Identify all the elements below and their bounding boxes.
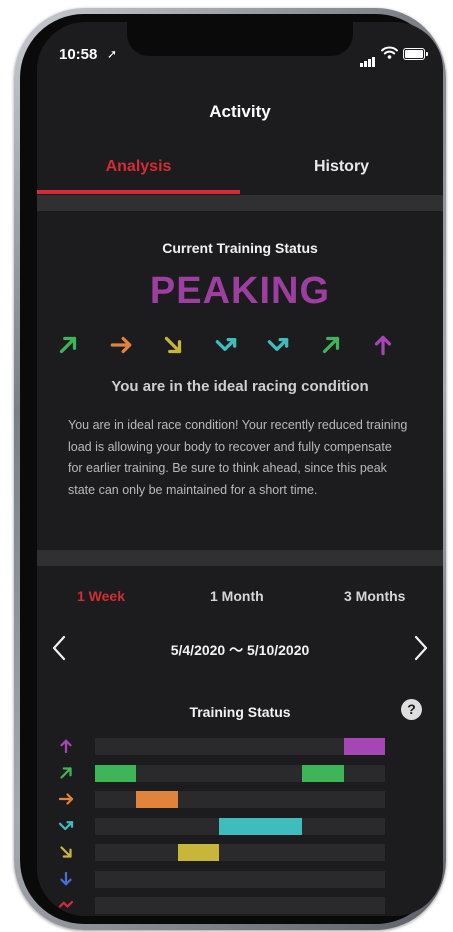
- arrow-up-right-icon: [59, 336, 77, 354]
- range-tab-1-week[interactable]: 1 Week: [77, 588, 125, 604]
- chart-track-unproductive: [95, 844, 385, 861]
- page-title: Activity: [209, 102, 271, 121]
- chart-bar-productive: [302, 764, 344, 782]
- arrow-down-right-icon: [164, 336, 182, 354]
- tab-bar: Analysis History: [37, 144, 443, 194]
- chart-bar-maintaining: [136, 791, 178, 808]
- tab-history[interactable]: History: [240, 144, 443, 194]
- arrow-right-icon: [58, 793, 74, 805]
- date-navigator: 5/4/2020 〜 5/10/2020: [37, 634, 443, 664]
- section-divider: [37, 550, 443, 566]
- current-status-label: Current Training Status: [162, 240, 318, 256]
- arrow-up-right-icon: [322, 336, 339, 354]
- arrow-down-icon: [60, 871, 72, 885]
- arrow-up-right-icon: [60, 766, 72, 779]
- tab-analysis[interactable]: Analysis: [37, 144, 240, 194]
- chart-track-peaking: [95, 738, 385, 755]
- arrow-up-icon: [60, 739, 72, 754]
- chart-track-maintaining: [95, 791, 385, 808]
- date-range: 5/4/2020 〜 5/10/2020: [170, 642, 310, 658]
- range-tab-1-month[interactable]: 1 Month: [210, 588, 264, 604]
- battery-icon: [403, 48, 428, 60]
- help-icon[interactable]: ?: [401, 699, 422, 720]
- current-status-value: PEAKING: [149, 270, 331, 312]
- chart-title: Training Status: [189, 704, 291, 720]
- cellular-signal-icon: [360, 49, 376, 67]
- chart-bar-peaking: [343, 738, 385, 755]
- chart-bar-recovery: [219, 817, 303, 835]
- chart-track-productive: [95, 764, 385, 782]
- notch: [127, 22, 353, 56]
- check-arrow-icon: [58, 820, 74, 830]
- section-divider: [37, 195, 443, 211]
- trend-arrows: [55, 332, 425, 362]
- chart-track-detraining: [95, 870, 385, 888]
- chart-bar-productive: [95, 764, 137, 782]
- chart-track-overreaching: [95, 897, 385, 914]
- chart-track-recovery: [95, 817, 385, 835]
- location-arrow-icon: ➚: [107, 47, 118, 61]
- check-arrow-icon: [215, 337, 236, 351]
- status-subtitle: You are in the ideal racing condition: [111, 378, 369, 395]
- wifi-icon: [381, 46, 398, 59]
- training-status-chart: [37, 732, 443, 916]
- status-description: You are in ideal race condition! Your re…: [68, 418, 408, 497]
- arrow-right-icon: [110, 336, 131, 354]
- range-tab-3-months[interactable]: 3 Months: [344, 588, 405, 604]
- check-arrow-icon: [267, 337, 289, 351]
- status-time: 10:58: [59, 46, 98, 63]
- overreaching-icon: [58, 900, 74, 908]
- arrow-up-icon: [374, 335, 392, 356]
- active-tab-indicator: [37, 190, 240, 194]
- app-screen: 10:58 ➚ Activity Analysis History Curren…: [37, 22, 443, 916]
- arrow-down-right-icon: [60, 846, 72, 858]
- chart-bar-unproductive: [177, 844, 220, 861]
- chevron-right-icon[interactable]: [413, 634, 429, 662]
